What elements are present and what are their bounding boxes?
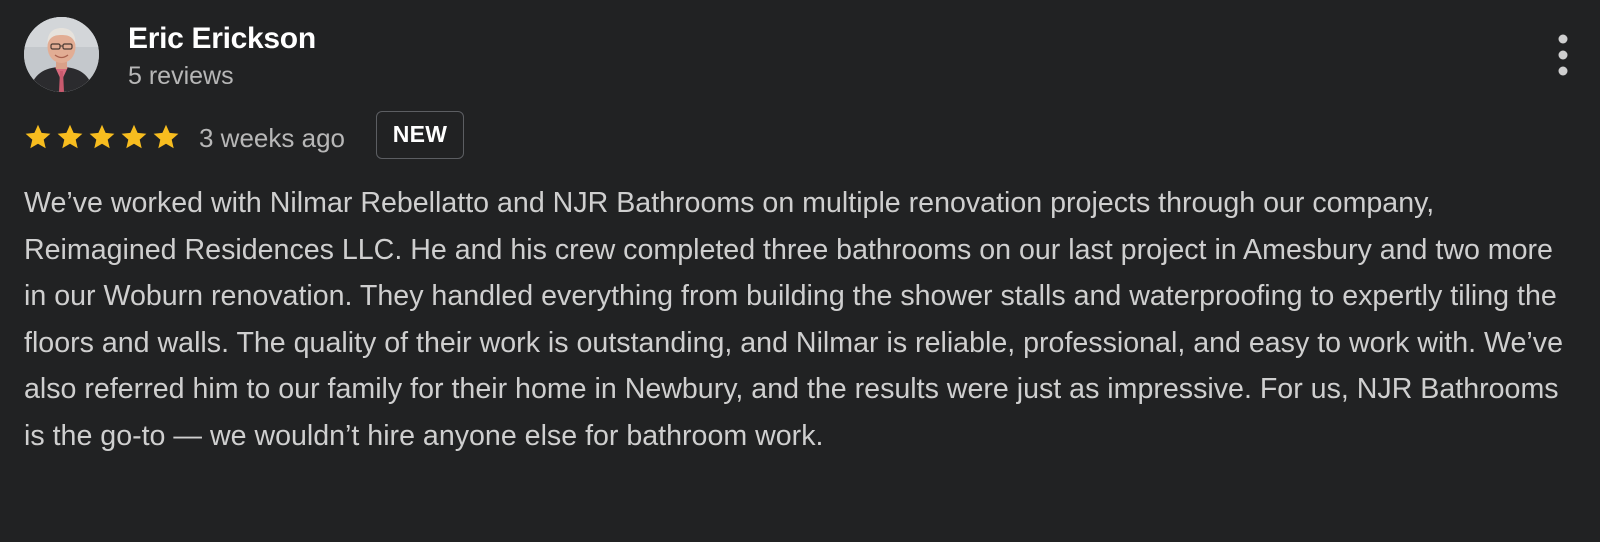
rating-row: 3 weeks ago NEW [24, 111, 724, 161]
avatar-photo [24, 17, 99, 92]
star-icon [152, 123, 180, 151]
author-avatar[interactable] [24, 17, 99, 92]
review-date: 3 weeks ago [199, 123, 345, 153]
review-text: We’ve worked with Nilmar Rebellatto and … [24, 187, 1563, 452]
author-name[interactable]: Eric Erickson [128, 22, 316, 56]
star-icon [24, 123, 52, 151]
star-icon [88, 123, 116, 151]
review-header: Eric Erickson 5 reviews [24, 17, 1576, 92]
new-badge: NEW [376, 111, 464, 159]
star-rating [24, 123, 184, 151]
more-vertical-icon [1558, 34, 1568, 76]
author-review-count[interactable]: 5 reviews [128, 62, 234, 91]
star-icon [120, 123, 148, 151]
review-card: Eric Erickson 5 reviews 3 weeks ago NEW … [0, 0, 1600, 542]
more-options-button[interactable] [1554, 34, 1572, 76]
star-icon [56, 123, 84, 151]
